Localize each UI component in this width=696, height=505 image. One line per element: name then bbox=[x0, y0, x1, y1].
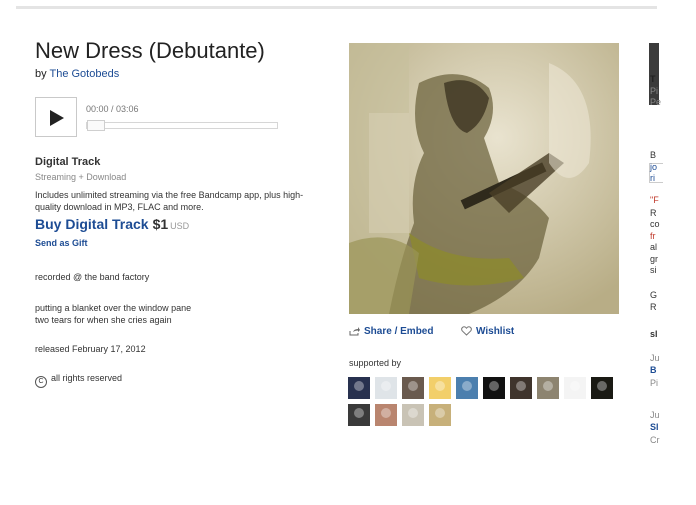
progress-thumb[interactable] bbox=[87, 120, 105, 131]
wishlist-label: Wishlist bbox=[476, 326, 515, 337]
album-art-image bbox=[349, 43, 619, 314]
sidebar-text-8: R bbox=[650, 208, 657, 218]
sidebar-text-14: G bbox=[650, 290, 658, 300]
send-as-gift-link[interactable]: Send as Gift bbox=[35, 238, 88, 248]
share-icon bbox=[349, 327, 360, 336]
copyright-icon: C bbox=[35, 376, 47, 388]
sidebar-text-1: T bbox=[650, 74, 656, 84]
wishlist-button[interactable]: Wishlist bbox=[461, 326, 514, 337]
supporter-avatar-2[interactable] bbox=[375, 377, 397, 399]
supporter-avatar-14[interactable] bbox=[429, 404, 451, 426]
sidebar-text-10: fr bbox=[650, 231, 656, 241]
share-embed-button[interactable]: Share / Embed bbox=[349, 326, 433, 337]
supporter-avatar-13[interactable] bbox=[402, 404, 424, 426]
sidebar-text-15: R bbox=[650, 302, 657, 312]
avatar-face-icon bbox=[381, 381, 391, 391]
sidebar-text-13: si bbox=[650, 265, 657, 275]
digital-track-subtitle: Streaming + Download bbox=[35, 172, 127, 182]
sidebar-text-16: sl bbox=[650, 329, 658, 339]
supporter-avatar-5[interactable] bbox=[456, 377, 478, 399]
bottom-fade bbox=[0, 483, 696, 505]
avatar-face-icon bbox=[435, 408, 445, 418]
sidebar-text-4: B bbox=[650, 150, 657, 160]
sidebar-text-2: Pi bbox=[650, 86, 659, 96]
sidebar-text-3: Pe bbox=[650, 97, 662, 107]
supporter-avatar-10[interactable] bbox=[591, 377, 613, 399]
sidebar-text-18[interactable]: B bbox=[650, 365, 657, 375]
progress-bar[interactable] bbox=[86, 120, 278, 131]
sidebar-text-6[interactable]: ri bbox=[650, 173, 655, 183]
avatar-face-icon bbox=[354, 381, 364, 391]
lyric-line-1: putting a blanket over the window pane bbox=[35, 303, 192, 313]
rights-text: all rights reserved bbox=[51, 373, 123, 383]
heart-icon bbox=[461, 326, 472, 336]
sidebar-text-17: Ju bbox=[650, 353, 660, 363]
supporter-avatar-6[interactable] bbox=[483, 377, 505, 399]
sidebar-text-9: co bbox=[650, 219, 660, 229]
sidebar-text-7: "F bbox=[650, 195, 659, 205]
sidebar-text-12: gr bbox=[650, 254, 659, 264]
price: $1 bbox=[152, 216, 169, 232]
avatar-face-icon bbox=[489, 381, 499, 391]
sidebar-text-20: Ju bbox=[650, 410, 660, 420]
lyric-line-2: two tears for when she cries again bbox=[35, 315, 172, 325]
avatar-face-icon bbox=[570, 381, 580, 391]
supporter-avatar-9[interactable] bbox=[564, 377, 586, 399]
sidebar-text-19: Pi bbox=[650, 378, 659, 388]
supported-by-label: supported by bbox=[349, 358, 402, 368]
sidebar-text-5[interactable]: jo bbox=[650, 162, 657, 172]
recording-note: recorded @ the band factory bbox=[35, 272, 150, 282]
rights-notice: Call rights reserved bbox=[35, 373, 122, 388]
supporter-avatar-11[interactable] bbox=[348, 404, 370, 426]
track-title: New Dress (Debutante) bbox=[35, 38, 265, 63]
avatar-face-icon bbox=[597, 381, 607, 391]
album-art[interactable] bbox=[349, 43, 619, 314]
byline: by The Gotobeds bbox=[35, 68, 119, 80]
avatar-face-icon bbox=[408, 381, 418, 391]
release-date: released February 17, 2012 bbox=[35, 344, 146, 354]
by-label: by bbox=[35, 68, 47, 80]
sidebar-text-11: al bbox=[650, 242, 658, 252]
sidebar-column: T Pi Pe Bjo ri "F Rco fr al gr si G Rsl Ju B Pi Ju Sl Cr bbox=[649, 43, 696, 505]
supporter-avatar-3[interactable] bbox=[402, 377, 424, 399]
supporter-avatar-7[interactable] bbox=[510, 377, 532, 399]
avatar-face-icon bbox=[543, 381, 553, 391]
avatar-face-icon bbox=[516, 381, 526, 391]
supporter-avatar-1[interactable] bbox=[348, 377, 370, 399]
digital-track-description: Includes unlimited streaming via the fre… bbox=[35, 190, 304, 212]
artist-link[interactable]: The Gotobeds bbox=[49, 68, 119, 80]
time-display: 00:00 / 03:06 bbox=[86, 104, 139, 114]
digital-track-title: Digital Track bbox=[35, 156, 101, 168]
avatar-face-icon bbox=[408, 408, 418, 418]
play-icon bbox=[50, 110, 64, 126]
supporter-avatar-12[interactable] bbox=[375, 404, 397, 426]
sidebar-text-21[interactable]: Sl bbox=[650, 422, 659, 432]
supporter-avatar-8[interactable] bbox=[537, 377, 559, 399]
avatar-face-icon bbox=[381, 408, 391, 418]
play-button[interactable] bbox=[35, 97, 77, 137]
sidebar-text-22: Cr bbox=[650, 435, 660, 445]
buy-digital-track-button[interactable]: Buy Digital Track bbox=[35, 216, 149, 232]
avatar-face-icon bbox=[354, 408, 364, 418]
supporter-avatar-4[interactable] bbox=[429, 377, 451, 399]
currency: USD bbox=[170, 221, 190, 231]
avatar-face-icon bbox=[462, 381, 472, 391]
buy-row: Buy Digital Track $1 USD bbox=[35, 216, 189, 234]
share-label: Share / Embed bbox=[364, 326, 434, 337]
top-divider bbox=[16, 6, 657, 9]
avatar-face-icon bbox=[435, 381, 445, 391]
